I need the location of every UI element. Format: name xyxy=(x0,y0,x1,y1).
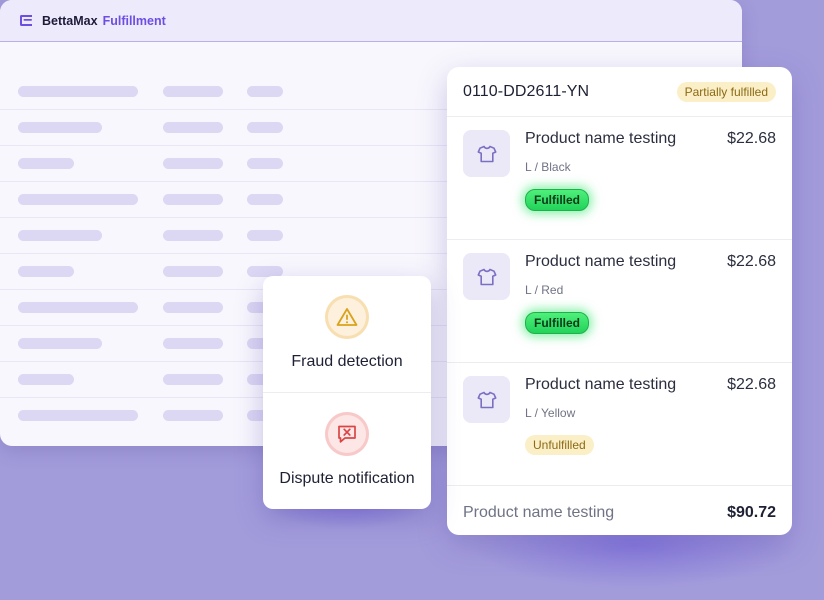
placeholder-bar xyxy=(163,410,223,421)
placeholder-bar xyxy=(18,158,74,169)
order-total: $90.72 xyxy=(727,504,776,521)
item-name: Product name testing xyxy=(525,130,677,147)
line-item[interactable]: Product name testing $22.68 L / Yellow U… xyxy=(447,363,792,486)
order-header: 0110-DD2611-YN Partially fulfilled xyxy=(447,67,792,117)
fulfillment-status-badge: Fulfilled xyxy=(525,189,589,211)
placeholder-bar xyxy=(163,158,223,169)
item-variant: L / Red xyxy=(525,283,564,297)
placeholder-bar xyxy=(18,194,138,205)
tshirt-icon xyxy=(463,376,510,423)
section-name: Fulfillment xyxy=(102,13,166,28)
placeholder-bar xyxy=(247,122,283,133)
alerts-card: Fraud detection Dispute notification xyxy=(263,276,431,509)
message-x-icon xyxy=(325,412,369,456)
line-item[interactable]: Product name testing $22.68 L / Red Fulf… xyxy=(447,240,792,363)
tshirt-icon xyxy=(463,253,510,300)
item-price: $22.68 xyxy=(727,130,776,147)
order-id: 0110-DD2611-YN xyxy=(463,82,590,100)
alert-fraud-detection[interactable]: Fraud detection xyxy=(263,276,431,392)
alert-label: Fraud detection xyxy=(291,353,403,370)
warning-triangle-icon xyxy=(325,295,369,339)
alert-dispute-notification[interactable]: Dispute notification xyxy=(263,392,431,508)
item-variant: L / Yellow xyxy=(525,406,576,420)
item-price: $22.68 xyxy=(727,253,776,270)
placeholder-bar xyxy=(247,230,283,241)
line-item[interactable]: Product name testing $22.68 L / Black Fu… xyxy=(447,117,792,240)
order-footer: Product name testing $90.72 xyxy=(447,486,792,535)
placeholder-bar xyxy=(18,338,102,349)
placeholder-bar xyxy=(163,338,223,349)
placeholder-bar xyxy=(247,158,283,169)
placeholder-bar xyxy=(18,122,102,133)
app-header: BettaMax Fulfillment xyxy=(0,0,742,42)
placeholder-bar xyxy=(247,194,283,205)
placeholder-bar xyxy=(18,266,74,277)
order-status-badge: Partially fulfilled xyxy=(676,81,776,102)
placeholder-bar xyxy=(247,86,283,97)
item-name: Product name testing xyxy=(525,253,677,270)
placeholder-bar xyxy=(163,374,223,385)
placeholder-bar xyxy=(18,230,102,241)
brand-name: BettaMax xyxy=(42,13,98,28)
placeholder-bar xyxy=(163,266,223,277)
item-variant: L / Black xyxy=(525,160,571,174)
order-card[interactable]: 0110-DD2611-YN Partially fulfilled Produ… xyxy=(447,67,792,535)
placeholder-bar xyxy=(18,410,138,421)
tshirt-icon xyxy=(463,130,510,177)
placeholder-bar xyxy=(18,86,138,97)
fulfillment-status-badge: Unfulfilled xyxy=(525,435,594,455)
placeholder-bar xyxy=(163,302,223,313)
item-price: $22.68 xyxy=(727,376,776,393)
placeholder-bar xyxy=(163,86,223,97)
placeholder-bar xyxy=(18,374,74,385)
alert-label: Dispute notification xyxy=(279,470,415,487)
footer-label: Product name testing xyxy=(463,504,615,521)
placeholder-bar xyxy=(163,230,223,241)
placeholder-bar xyxy=(163,194,223,205)
item-name: Product name testing xyxy=(525,376,677,393)
fulfillment-status-badge: Fulfilled xyxy=(525,312,589,334)
placeholder-bar xyxy=(163,122,223,133)
stacked-layers-icon xyxy=(19,14,34,27)
placeholder-bar xyxy=(18,302,138,313)
